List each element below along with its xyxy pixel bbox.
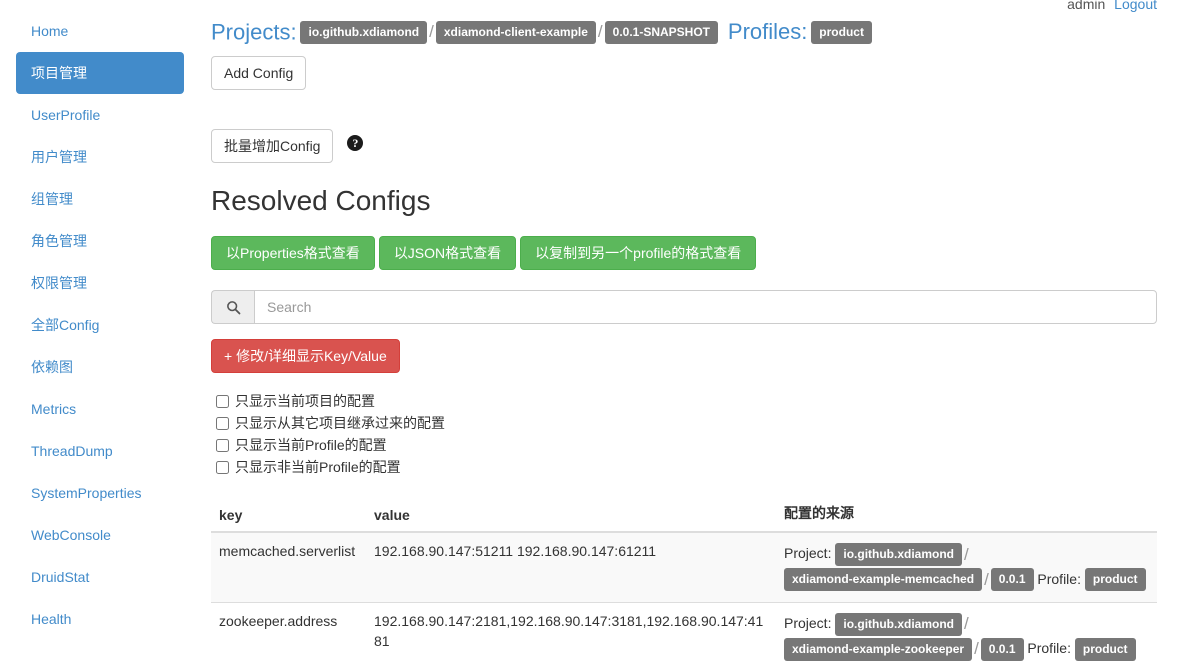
breadcrumb-separator: / [974,639,979,659]
breadcrumb-separator: / [984,569,989,589]
config-value-cell: 192.168.90.147:51211 192.168.90.147:6121… [366,531,776,603]
config-key-cell: zookeeper.address [211,601,366,671]
breadcrumb: Projects: io.github.xdiamond / xdiamond-cl… [211,0,1187,46]
source-profile-tag-product[interactable]: product [1084,568,1146,592]
source-project-label: Project: [784,614,836,631]
project-tag-io-github-xdiamond[interactable]: io.github.xdiamond [300,20,428,44]
breadcrumb-separator: / [964,614,969,634]
view-format-button-3[interactable]: 以复制到另一个profile的格式查看 [520,236,757,271]
batch-add-config-button[interactable]: 批量增加Config [211,129,334,164]
view-format-button-2[interactable]: 以JSON格式查看 [378,236,517,271]
filter-option-1[interactable]: 只显示当前项目的配置 [211,390,1187,412]
search-bar [211,290,1157,325]
filter-label-4: 只显示非当前Profile的配置 [235,459,401,476]
filter-option-2[interactable]: 只显示从其它项目继承过来的配置 [211,412,1187,434]
profiles-label: Profiles: [727,19,808,45]
sidebar-item-health[interactable]: Health [16,598,184,640]
profile-tag-product[interactable]: product [811,20,872,44]
source-profile-tag-group: product [1084,568,1146,592]
project-tag-xdiamond-client-example[interactable]: xdiamond-client-example [435,20,596,44]
view-format-button-1[interactable]: 以Properties格式查看 [211,236,375,271]
filter-checkbox-3[interactable] [216,439,229,453]
search-input[interactable] [254,290,1157,325]
view-format-button-group: 以Properties格式查看 以JSON格式查看 以复制到另一个profile的格… [211,236,1187,271]
page-title: Resolved Configs [211,185,431,217]
filter-option-3[interactable]: 只显示当前Profile的配置 [211,434,1187,456]
project-tag-group: io.github.xdiamond / xdiamond-client-examp… [300,20,719,44]
filter-label-3: 只显示当前Profile的配置 [235,437,387,454]
breadcrumb-separator: / [597,22,603,42]
modify-row: + 修改/详细显示Key/Value [211,339,1187,374]
sidebar: Home 项目管理 UserProfile 用户管理 组管理 角色管理 权限管理 全部Conf… [0,0,200,628]
filter-checkbox-group: 只显示当前项目的配置只显示从其它项目继承过来的配置 只显示当前Profile的配置… [211,390,1187,478]
main-content: Projects: io.github.xdiamond / xdiamond-cl… [211,0,1187,671]
table-header-row: key value 配置的来源 [211,495,1157,534]
source-profile-label: Profile: [1023,640,1075,657]
sidebar-item-druidstat[interactable]: DruidStat [16,556,184,598]
filter-checkbox-2[interactable] [216,417,229,431]
table-row: memcached.serverlist 192.168.90.147:51211… [211,531,1157,603]
sidebar-item-[interactable]: 依赖图 [16,346,184,388]
sidebar-item-config[interactable]: 全部Config [16,304,184,346]
breadcrumb-separator: / [964,544,969,564]
source-project-tag-io-github-xdiamond[interactable]: io.github.xdiamond [835,543,963,567]
sidebar-item-[interactable]: 角色管理 [16,220,184,262]
table-row: zookeeper.address 192.168.90.147:2181,192… [211,601,1157,671]
source-profile-label: Profile: [1033,570,1085,587]
table-body: memcached.serverlist 192.168.90.147:51211… [211,531,1157,671]
breadcrumb-separator: / [429,22,434,42]
add-config-row: Add Config [211,56,1187,91]
batch-add-row: 批量增加Config ? [211,129,1187,164]
column-header-value: value [366,495,776,534]
sidebar-item-threaddump[interactable]: ThreadDump [16,430,184,472]
sidebar-item-[interactable]: 项目管理 [16,52,184,94]
column-header-source: 配置的来源 [776,495,1157,534]
filter-option-4[interactable]: 只显示非当前Profile的配置 [211,456,1187,478]
config-source-cell: Project: io.github.xdiamond/xdiamond-exa… [776,601,1157,671]
projects-label: Projects: [211,19,297,45]
sidebar-item-userprofile[interactable]: UserProfile [16,94,184,136]
filter-checkbox-1[interactable] [216,395,229,409]
sidebar-item-webconsole[interactable]: WebConsole [16,514,184,556]
source-project-tag-0-0-1[interactable]: 0.0.1 [980,637,1024,661]
source-project-tag-io-github-xdiamond[interactable]: io.github.xdiamond [835,612,963,636]
search-icon[interactable] [211,290,254,325]
source-project-tag-xdiamond-example-memcached[interactable]: xdiamond-example-memcached [784,568,983,592]
source-project-label: Project: [784,545,836,562]
source-project-tag-xdiamond-example-zookeeper[interactable]: xdiamond-example-zookeeper [784,637,973,661]
source-profile-tag-group: product [1074,637,1136,661]
help-icon[interactable]: ? [347,135,364,152]
column-header-key: key [211,495,366,534]
sidebar-item-[interactable]: 权限管理 [16,262,184,304]
config-source-cell: Project: io.github.xdiamond/xdiamond-exa… [776,531,1157,603]
filter-label-1: 只显示当前项目的配置 [235,393,375,410]
source-profile-tag-product[interactable]: product [1074,637,1136,661]
modify-key-value-button[interactable]: + 修改/详细显示Key/Value [211,339,400,374]
add-config-button[interactable]: Add Config [211,56,307,91]
config-value-cell: 192.168.90.147:2181,192.168.90.147:3181,… [366,601,776,671]
project-tag-0-0-1-snapshot[interactable]: 0.0.1-SNAPSHOT [604,20,719,44]
sidebar-item-home[interactable]: Home [16,10,184,52]
profile-tag-group: product [811,20,872,44]
source-project-tag-0-0-1[interactable]: 0.0.1 [990,568,1034,592]
filter-label-2: 只显示从其它项目继承过来的配置 [235,415,445,432]
filter-checkbox-4[interactable] [216,461,229,475]
resolved-configs-table: key value 配置的来源 memcached.serverlist 192.… [211,495,1157,671]
sidebar-item-[interactable]: 用户管理 [16,136,184,178]
sidebar-item-[interactable]: 组管理 [16,178,184,220]
sidebar-item-metrics[interactable]: Metrics [16,388,184,430]
config-key-cell: memcached.serverlist [211,531,366,603]
sidebar-item-systemproperties[interactable]: SystemProperties [16,472,184,514]
